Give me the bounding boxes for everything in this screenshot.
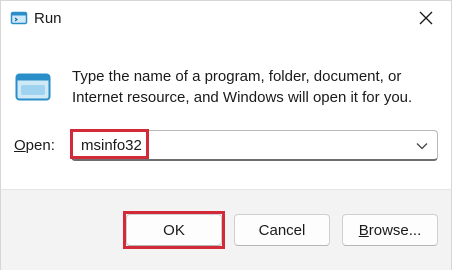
run-description: Type the name of a program, folder, docu… <box>72 68 413 106</box>
run-app-icon <box>15 73 51 101</box>
close-button[interactable] <box>407 5 445 35</box>
window-title: Run <box>34 10 62 27</box>
open-input[interactable] <box>72 131 410 160</box>
open-label: Open: <box>14 137 55 154</box>
open-label-text: pen: <box>25 137 55 154</box>
browse-button[interactable]: Browse... <box>342 214 438 246</box>
browse-accelerator: B <box>358 221 369 239</box>
run-app-icon <box>10 11 28 25</box>
browse-label: rowse... <box>368 221 422 239</box>
title-bar[interactable]: Run <box>1 1 451 39</box>
open-label-accelerator: O <box>14 137 26 154</box>
run-dialog: Run Type the name of a program, folder, … <box>0 0 452 270</box>
ok-button[interactable]: OK <box>126 214 222 246</box>
chevron-down-icon <box>416 137 428 155</box>
open-dropdown-button[interactable] <box>411 135 433 157</box>
close-icon <box>419 11 433 30</box>
cancel-button[interactable]: Cancel <box>234 214 330 246</box>
open-combobox[interactable] <box>71 130 438 161</box>
